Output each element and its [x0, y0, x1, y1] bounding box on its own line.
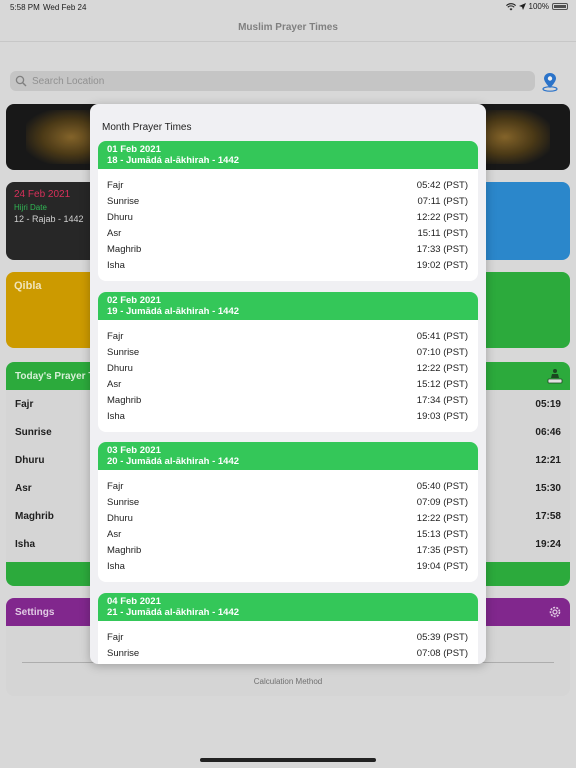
day-date: 03 Feb 2021: [107, 445, 161, 456]
day-hijri: 19 - Jumādá al-ākhirah - 1442: [107, 306, 240, 317]
day-date: 01 Feb 2021: [107, 144, 161, 155]
day-row: Isha 19:04 (PST): [107, 561, 468, 572]
day-row: Maghrib 17:35 (PST): [107, 545, 468, 556]
day-row: Fajr 05:41 (PST): [107, 331, 468, 342]
month-prayer-times-modal[interactable]: Month Prayer Times 01 Feb 2021 18 - Jumā…: [90, 104, 486, 664]
modal-title: Month Prayer Times: [102, 122, 192, 133]
day-hijri: 20 - Jumādá al-ākhirah - 1442: [107, 456, 240, 467]
search-icon: [15, 75, 27, 87]
hijri-date: 12 - Rajab - 1442: [14, 214, 84, 224]
day-row: Fajr 05:42 (PST): [107, 180, 468, 191]
day-card-header: 03 Feb 2021 20 - Jumādá al-ākhirah - 144…: [98, 442, 478, 470]
day-card-2: 02 Feb 2021 19 - Jumādá al-ākhirah - 144…: [98, 292, 478, 432]
wifi-icon: [505, 2, 516, 10]
hijri-date-label: Hijri Date: [14, 203, 47, 212]
day-row: Dhuru 12:22 (PST): [107, 212, 468, 223]
date-card[interactable]: 24 Feb 2021 Hijri Date 12 - Rajab - 1442: [6, 182, 102, 260]
blue-feature-card[interactable]: [476, 182, 570, 260]
battery-percent: 100%: [528, 2, 549, 11]
day-row: Asr 15:13 (PST): [107, 529, 468, 540]
day-row: Fajr 05:40 (PST): [107, 481, 468, 492]
status-bar: 5:58 PM Wed Feb 24 100%: [0, 0, 576, 14]
day-row: Isha 19:03 (PST): [107, 411, 468, 422]
calculation-method-label[interactable]: Calculation Method: [6, 677, 570, 686]
status-right: 100%: [505, 2, 568, 11]
gregorian-date: 24 Feb 2021: [14, 189, 71, 200]
day-row: Isha 19:02 (PST): [107, 260, 468, 271]
status-date: Wed Feb 24: [43, 3, 87, 12]
day-card-header: 04 Feb 2021 21 - Jumādá al-ākhirah - 144…: [98, 593, 478, 621]
day-date: 04 Feb 2021: [107, 596, 161, 607]
day-row: Maghrib 17:34 (PST): [107, 395, 468, 406]
page-title: Muslim Prayer Times: [238, 22, 338, 33]
day-row: Sunrise 07:10 (PST): [107, 347, 468, 358]
day-row: Sunrise 07:09 (PST): [107, 497, 468, 508]
day-hijri: 18 - Jumādá al-ākhirah - 1442: [107, 155, 240, 166]
day-card-header: 02 Feb 2021 19 - Jumādá al-ākhirah - 144…: [98, 292, 478, 320]
day-row: Sunrise 07:11 (PST): [107, 196, 468, 207]
day-row: Dhuru 12:22 (PST): [107, 513, 468, 524]
day-card-header: 01 Feb 2021 18 - Jumādá al-ākhirah - 144…: [98, 141, 478, 169]
day-card-3: 03 Feb 2021 20 - Jumādá al-ākhirah - 144…: [98, 442, 478, 582]
gear-icon[interactable]: [548, 605, 562, 619]
location-arrow-icon: [518, 3, 526, 10]
day-row: Dhuru 12:22 (PST): [107, 363, 468, 374]
day-row: Asr 15:12 (PST): [107, 379, 468, 390]
day-date: 02 Feb 2021: [107, 295, 161, 306]
settings-title: Settings: [15, 606, 55, 618]
day-card-1: 01 Feb 2021 18 - Jumādá al-ākhirah - 144…: [98, 141, 478, 281]
day-row: Fajr 05:39 (PST): [107, 632, 468, 643]
nav-divider: [0, 41, 576, 42]
home-indicator[interactable]: [200, 758, 376, 762]
location-pin-icon[interactable]: [541, 72, 559, 92]
day-hijri: 21 - Jumādá al-ākhirah - 1442: [107, 607, 240, 618]
day-card-4: 04 Feb 2021 21 - Jumādá al-ākhirah - 144…: [98, 593, 478, 664]
battery-icon: [552, 3, 568, 10]
search-bar[interactable]: [10, 71, 535, 91]
qibla-card[interactable]: Qibla: [6, 272, 102, 348]
status-time: 5:58 PM: [10, 3, 40, 12]
green-feature-card[interactable]: [476, 272, 570, 348]
qibla-label: Qibla: [14, 280, 42, 292]
day-row: Sunrise 07:08 (PST): [107, 648, 468, 659]
day-row: Maghrib 17:33 (PST): [107, 244, 468, 255]
prayer-mat-icon[interactable]: [546, 367, 564, 385]
day-row: Asr 15:11 (PST): [107, 228, 468, 239]
search-input[interactable]: [32, 75, 512, 87]
